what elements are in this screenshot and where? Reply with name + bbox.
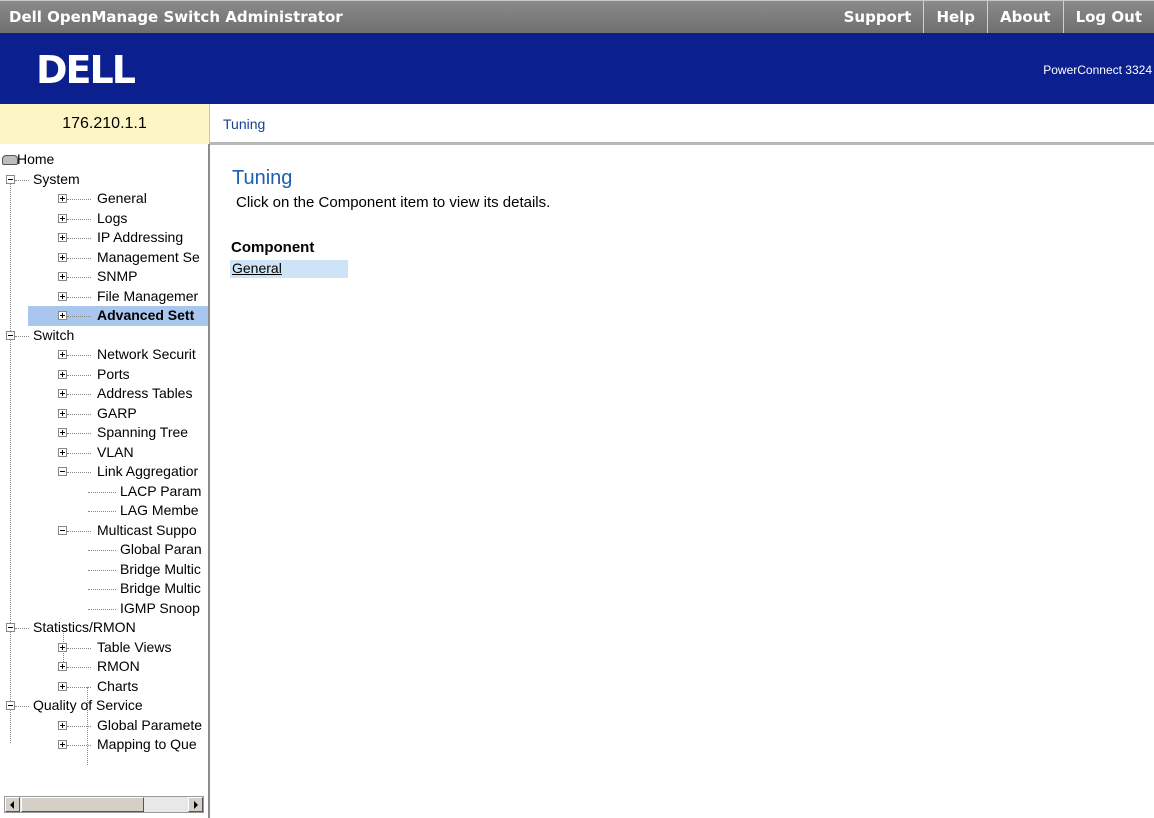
tree-item-igmp-snooping[interactable]: IGMP Snoop bbox=[0, 599, 208, 619]
tree-item-ip-addressing[interactable]: IP Addressing bbox=[0, 228, 208, 248]
tree-item-home[interactable]: Home bbox=[0, 150, 208, 170]
tree-item-bridge-multicast-1[interactable]: Bridge Multic bbox=[0, 560, 208, 580]
tree-item-spanning-tree[interactable]: Spanning Tree bbox=[0, 423, 208, 443]
scrollbar-thumb[interactable] bbox=[21, 797, 144, 812]
tree-item-system[interactable]: System bbox=[0, 170, 208, 190]
collapse-icon[interactable] bbox=[6, 330, 15, 340]
tree-item-charts[interactable]: Charts bbox=[0, 677, 208, 697]
collapse-icon[interactable] bbox=[6, 701, 15, 710]
tree-item-global-parameters[interactable]: Global Paran bbox=[0, 540, 208, 560]
home-icon bbox=[2, 155, 18, 165]
navigation-tree-pane: Home System General Logs IP Addressing M… bbox=[0, 144, 210, 818]
horizontal-scrollbar[interactable] bbox=[4, 796, 204, 813]
expand-icon[interactable] bbox=[58, 389, 67, 398]
logout-link[interactable]: Log Out bbox=[1062, 1, 1154, 34]
expand-icon[interactable] bbox=[58, 408, 67, 418]
collapse-icon[interactable] bbox=[58, 467, 67, 476]
tree-item-logs[interactable]: Logs bbox=[0, 209, 208, 229]
tree-item-statistics-rmon[interactable]: Statistics/RMON bbox=[0, 618, 208, 638]
tree-item-link-aggregation[interactable]: Link Aggregatior bbox=[0, 462, 208, 482]
component-link-general[interactable]: General bbox=[232, 260, 282, 276]
app-title: Dell OpenManage Switch Administrator bbox=[9, 8, 343, 26]
expand-icon[interactable] bbox=[58, 311, 67, 320]
navigation-tree: Home System General Logs IP Addressing M… bbox=[0, 150, 208, 765]
help-link[interactable]: Help bbox=[923, 1, 987, 34]
tree-item-quality-of-service[interactable]: Quality of Service bbox=[0, 696, 208, 716]
tree-item-advanced-settings[interactable]: Advanced Sett bbox=[0, 306, 208, 326]
expand-icon[interactable] bbox=[58, 681, 67, 691]
tree-item-rmon[interactable]: RMON bbox=[0, 657, 208, 677]
banner: DELL PowerConnect 3324 bbox=[0, 33, 1154, 104]
tree-item-bridge-multicast-2[interactable]: Bridge Multic bbox=[0, 579, 208, 599]
expand-icon[interactable] bbox=[58, 291, 67, 301]
top-nav: Support Help About Log Out bbox=[832, 1, 1154, 34]
expand-icon[interactable] bbox=[58, 720, 67, 730]
page-title: Tuning bbox=[232, 167, 293, 189]
tree-item-ports[interactable]: Ports bbox=[0, 365, 208, 385]
tree-item-switch[interactable]: Switch bbox=[0, 326, 208, 346]
expand-icon[interactable] bbox=[58, 233, 67, 242]
about-link[interactable]: About bbox=[987, 1, 1063, 34]
expand-icon[interactable] bbox=[58, 369, 67, 379]
device-ip: 176.210.1.1 bbox=[0, 104, 210, 144]
tree-item-multicast-support[interactable]: Multicast Suppo bbox=[0, 521, 208, 541]
expand-icon[interactable] bbox=[58, 213, 67, 223]
collapse-icon[interactable] bbox=[58, 525, 67, 535]
product-name: PowerConnect 3324 bbox=[1043, 63, 1152, 77]
main-content: Tuning Click on the Component item to vi… bbox=[212, 146, 1154, 818]
page-description: Click on the Component item to view its … bbox=[236, 194, 551, 211]
expand-icon[interactable] bbox=[58, 662, 67, 671]
title-bar: Dell OpenManage Switch Administrator Sup… bbox=[0, 0, 1154, 34]
expand-icon[interactable] bbox=[58, 350, 67, 359]
scroll-left-button[interactable] bbox=[5, 797, 20, 812]
support-link[interactable]: Support bbox=[832, 1, 924, 34]
tree-item-general[interactable]: General bbox=[0, 189, 208, 209]
tree-item-table-views[interactable]: Table Views bbox=[0, 638, 208, 658]
collapse-icon[interactable] bbox=[6, 623, 15, 632]
arrow-right-icon bbox=[194, 801, 198, 809]
tree-item-management-security[interactable]: Management Se bbox=[0, 248, 208, 268]
component-column-header: Component bbox=[231, 239, 315, 256]
tree-item-file-management[interactable]: File Managemer bbox=[0, 287, 208, 307]
tree-item-snmp[interactable]: SNMP bbox=[0, 267, 208, 287]
tree-item-lacp-parameters[interactable]: LACP Param bbox=[0, 482, 208, 502]
collapse-icon[interactable] bbox=[6, 174, 15, 184]
expand-icon[interactable] bbox=[58, 272, 67, 281]
expand-icon[interactable] bbox=[58, 194, 67, 203]
expand-icon[interactable] bbox=[58, 740, 67, 749]
scroll-right-button[interactable] bbox=[188, 797, 203, 812]
breadcrumb-bar: Tuning bbox=[210, 104, 1154, 144]
tree-item-vlan[interactable]: VLAN bbox=[0, 443, 208, 463]
breadcrumb-divider bbox=[210, 142, 1154, 145]
tree-item-lag-membership[interactable]: LAG Membe bbox=[0, 501, 208, 521]
dell-logo: DELL bbox=[36, 49, 138, 89]
table-row[interactable]: General bbox=[230, 260, 348, 278]
breadcrumb[interactable]: Tuning bbox=[223, 116, 265, 132]
tree-item-garp[interactable]: GARP bbox=[0, 404, 208, 424]
logo-text: DELL bbox=[36, 49, 136, 89]
tree-item-qos-global-parameters[interactable]: Global Paramete bbox=[0, 716, 208, 736]
tree-item-address-tables[interactable]: Address Tables bbox=[0, 384, 208, 404]
expand-icon[interactable] bbox=[58, 642, 67, 652]
expand-icon[interactable] bbox=[58, 252, 67, 262]
expand-icon[interactable] bbox=[58, 447, 67, 457]
tree-item-network-security[interactable]: Network Securit bbox=[0, 345, 208, 365]
expand-icon[interactable] bbox=[58, 428, 67, 437]
arrow-left-icon bbox=[10, 801, 14, 809]
tree-item-mapping-to-queue[interactable]: Mapping to Que bbox=[0, 735, 208, 755]
